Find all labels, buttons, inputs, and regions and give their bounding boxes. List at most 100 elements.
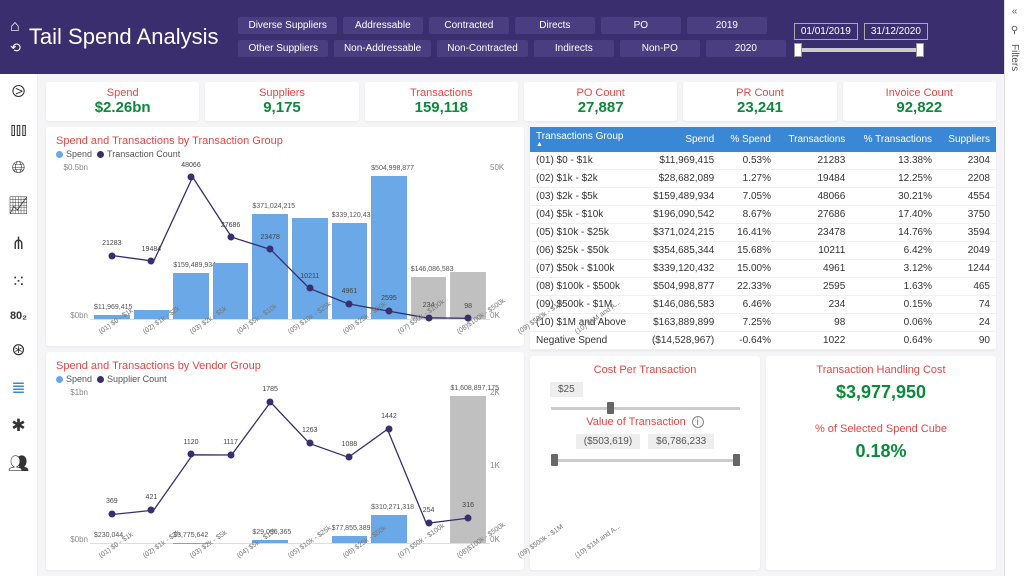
value-from: ($503,619) (576, 434, 640, 449)
cost-per-txn-slider[interactable] (551, 407, 740, 410)
chart-bar[interactable]: $77,855,3891088 (332, 388, 368, 544)
kpi-card: Invoice Count92,822 (843, 82, 996, 121)
chart-bar[interactable]: $230,044369 (94, 388, 130, 544)
table-row[interactable]: (07) $50k - $100k$339,120,43215.00%49613… (530, 260, 996, 278)
chart-bar[interactable]: $371,024,21523478 (252, 163, 288, 319)
bar-chart-icon[interactable]: ⫾⫾⫾ (10, 120, 26, 140)
filter-pill[interactable]: PO (601, 17, 681, 34)
chart-bar[interactable]: 1117 (213, 388, 249, 544)
kpi-label: PO Count (524, 87, 677, 99)
sidebar: ⧁ ⫾⫾⫾ 🌐︎ 📈︎ ⋔ ⁙ 80₂ ⊛ ≣ ✱ 👥︎ (0, 74, 38, 576)
kpi-value: 92,822 (843, 99, 996, 116)
table-header[interactable]: Suppliers (938, 127, 996, 152)
table-row[interactable]: (06) $25k - $50k$354,685,34415.68%102116… (530, 242, 996, 260)
value-range-slider[interactable] (551, 459, 740, 462)
filter-pill[interactable]: Diverse Suppliers (238, 17, 336, 34)
atom-icon[interactable]: ⊛ (11, 340, 25, 360)
table-header[interactable]: % Transactions (851, 127, 938, 152)
refresh-icon[interactable]: ⟲ (10, 40, 21, 56)
kpi-label: Spend (46, 87, 199, 99)
scatter-icon[interactable]: ⁙ (11, 272, 25, 292)
filter-panel: Diverse Suppliers Addressable Contracted Di… (238, 17, 785, 57)
chart-bar[interactable]: $11,969,41521283 (94, 163, 130, 319)
table-row[interactable]: (08) $100k - $500k$504,998,87722.33%2595… (530, 278, 996, 296)
spend-cube-value: 0.18% (855, 441, 906, 462)
filter-pill[interactable]: Addressable (343, 17, 423, 34)
handling-cost-value: $3,977,950 (836, 382, 926, 403)
filter-pill[interactable]: Other Suppliers (238, 40, 327, 57)
kpi-label: Invoice Count (843, 87, 996, 99)
home-icon[interactable]: ⌂ (10, 18, 21, 36)
filters-rail[interactable]: « ⚲ Filters (1004, 0, 1024, 576)
table-row[interactable]: (03) $2k - $5k$159,489,9347.05%4806630.2… (530, 188, 996, 206)
kpi-value: 9,175 (205, 99, 358, 116)
info-icon[interactable]: i (692, 416, 704, 428)
chart-bar[interactable]: 98 (450, 163, 486, 319)
kpi-label: Suppliers (205, 87, 358, 99)
page-title: Tail Spend Analysis (29, 24, 219, 50)
table-header[interactable]: % Spend (720, 127, 777, 152)
kpi-value: 23,241 (683, 99, 836, 116)
chart1-title: Spend and Transactions by Transaction Gr… (56, 135, 514, 147)
kpi-label: Transactions (365, 87, 518, 99)
chart-bar[interactable]: $504,998,8772595 (371, 163, 407, 319)
network-icon[interactable]: ✱ (11, 416, 25, 436)
filter-pill[interactable]: Contracted (429, 17, 509, 34)
kpi-card: PO Count27,887 (524, 82, 677, 121)
chart-bar[interactable]: 27686 (213, 163, 249, 319)
table-header[interactable]: Spend (640, 127, 720, 152)
filter-pill[interactable]: 2019 (687, 17, 767, 34)
filter-pill[interactable]: Non-Addressable (334, 40, 431, 57)
chart-bar[interactable]: $310,271,3181442 (371, 388, 407, 544)
kpi-card: Suppliers9,175 (205, 82, 358, 121)
chart2-legend: Spend Supplier Count (56, 374, 514, 384)
chevron-left-icon[interactable]: « (1012, 6, 1018, 17)
chart-bar[interactable]: 1263 (292, 388, 328, 544)
chart-bar[interactable]: $3,775,6421120 (173, 388, 209, 544)
kpi-label: PR Count (683, 87, 836, 99)
header: ⌂ ⟲ Tail Spend Analysis Diverse Supplier… (0, 0, 1024, 74)
value-to: $6,786,233 (648, 434, 714, 449)
summary-metrics: Transaction Handling Cost $3,977,950 % o… (766, 356, 996, 570)
chart-bar[interactable]: 254 (411, 388, 447, 544)
search-chart-icon[interactable]: ⧁ (12, 82, 26, 102)
eighty-icon[interactable]: 80₂ (10, 310, 27, 322)
filter-pill[interactable]: Indirects (534, 40, 614, 57)
filter-pill[interactable]: Directs (515, 17, 595, 34)
line-chart-icon[interactable]: 📈︎ (8, 196, 30, 216)
kpi-value: $2.26bn (46, 99, 199, 116)
value-of-txn-label: Value of Transaction (586, 416, 685, 428)
list-icon[interactable]: ≣ (11, 378, 25, 398)
chart-bar[interactable]: $29,096,3651785 (252, 388, 288, 544)
date-from[interactable]: 01/01/2019 (794, 23, 858, 40)
table-header[interactable]: Transactions Group▲ (530, 127, 640, 152)
date-to[interactable]: 31/12/2020 (864, 23, 928, 40)
kpi-value: 27,887 (524, 99, 677, 116)
chart-bar[interactable]: $339,120,4324961 (332, 163, 368, 319)
table-row[interactable]: (02) $1k - $2k$28,682,0891.27%1948412.25… (530, 170, 996, 188)
filter-icon[interactable]: ⚲ (1011, 25, 1018, 36)
cost-per-txn-label: Cost Per Transaction (594, 364, 697, 376)
table-header[interactable]: Transactions (777, 127, 851, 152)
chart-bar[interactable]: $159,489,93448066 (173, 163, 209, 319)
chart-bar[interactable]: $1,608,897,175316 (450, 388, 486, 544)
chart-transaction-group: Spend and Transactions by Transaction Gr… (46, 127, 524, 346)
kpi-card: Spend$2.26bn (46, 82, 199, 121)
table-row[interactable]: (04) $5k - $10k$196,090,5428.67%2768617.… (530, 206, 996, 224)
globe-icon[interactable]: 🌐︎ (12, 158, 26, 178)
hierarchy-icon[interactable]: ⋔ (11, 234, 25, 254)
kpi-card: Transactions159,118 (365, 82, 518, 121)
chart-bar[interactable]: 10211 (292, 163, 328, 319)
table-row[interactable]: (05) $10k - $25k$371,024,21516.41%234781… (530, 224, 996, 242)
filter-pill[interactable]: Non-PO (620, 40, 700, 57)
date-slider[interactable] (794, 48, 924, 52)
filter-pill[interactable]: 2020 (706, 40, 786, 57)
chart-bar[interactable]: 19484 (134, 163, 170, 319)
chart-bar[interactable]: $146,086,583234 (411, 163, 447, 319)
chart-vendor-group: Spend and Transactions by Vendor Group S… (46, 352, 524, 571)
kpi-card: PR Count23,241 (683, 82, 836, 121)
filter-pill[interactable]: Non-Contracted (437, 40, 528, 57)
chart-bar[interactable]: 421 (134, 388, 170, 544)
people-icon[interactable]: 👥︎ (8, 454, 30, 474)
table-row[interactable]: (01) $0 - $1k$11,969,4150.53%2128313.38%… (530, 152, 996, 170)
